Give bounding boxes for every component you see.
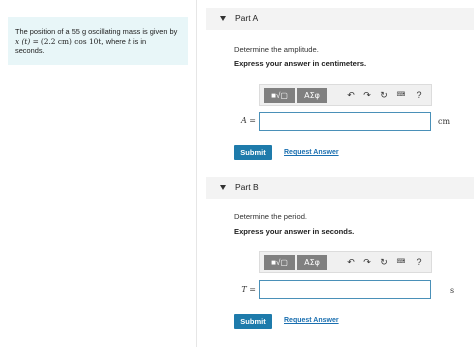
part-a-header[interactable]: Part A (206, 8, 474, 30)
period-unit: s (450, 286, 455, 295)
undo-icon[interactable]: ↶ (344, 88, 358, 103)
redo-icon[interactable]: ↷ (360, 88, 374, 103)
symbols-button[interactable]: ΑΣφ (297, 88, 327, 103)
part-b-math-toolbar: ■√▢ ΑΣφ ↶ ↷ ↻ ⌨ ? (259, 251, 432, 273)
part-a-prompt: Determine the amplitude. (234, 45, 319, 54)
amplitude-input[interactable] (259, 112, 431, 131)
problem-statement: The position of a 55 g oscillating mass … (8, 17, 188, 65)
problem-text-1: The position of a 55 (15, 27, 80, 36)
part-a-instruction: Express your answer in centimeters. (234, 59, 367, 68)
undo-icon[interactable]: ↶ (344, 255, 358, 270)
problem-text-3: where (105, 36, 126, 46)
collapse-arrow-icon[interactable] (220, 16, 226, 21)
part-a-math-toolbar: ■√▢ ΑΣφ ↶ ↷ ↻ ⌨ ? (259, 84, 432, 106)
templates-button[interactable]: ■√▢ (264, 255, 295, 270)
problem-text-4: is in (133, 36, 147, 46)
part-b-request-answer-link[interactable]: Request Answer (284, 317, 339, 324)
part-b-header[interactable]: Part B (206, 177, 474, 199)
amplitude-symbol: A (240, 116, 247, 125)
redo-icon[interactable]: ↷ (360, 255, 374, 270)
period-symbol: T (241, 285, 247, 294)
equals-sign: = (249, 285, 256, 294)
amplitude-unit: cm (438, 117, 451, 126)
period-input[interactable] (259, 280, 431, 299)
position-expression: (2.2 cm) cos 10t, (40, 36, 104, 46)
keyboard-icon[interactable]: ⌨ (394, 88, 408, 103)
symbols-button[interactable]: ΑΣφ (297, 255, 327, 270)
time-variable: t (127, 36, 131, 46)
help-icon[interactable]: ? (412, 88, 426, 103)
position-lhs: x (t) = (15, 36, 39, 46)
mass-unit: g (81, 27, 87, 36)
equals-sign: = (249, 116, 256, 125)
problem-text-5: seconds. (15, 46, 45, 56)
keyboard-icon[interactable]: ⌨ (394, 255, 408, 270)
part-b-instruction: Express your answer in seconds. (234, 227, 355, 236)
part-a-variable-label: A = (236, 116, 256, 125)
collapse-arrow-icon[interactable] (220, 185, 226, 190)
part-b-variable-label: T = (236, 285, 256, 294)
column-divider (196, 0, 197, 347)
reset-icon[interactable]: ↻ (377, 88, 391, 103)
part-a-title: Part A (235, 13, 259, 23)
part-a-submit-button[interactable]: Submit (234, 145, 272, 160)
part-b-title: Part B (235, 182, 259, 192)
part-a-request-answer-link[interactable]: Request Answer (284, 149, 339, 156)
part-b-prompt: Determine the period. (234, 212, 308, 221)
problem-text-2: oscillating mass is given by (88, 27, 178, 36)
templates-button[interactable]: ■√▢ (264, 88, 295, 103)
help-icon[interactable]: ? (412, 255, 426, 270)
reset-icon[interactable]: ↻ (377, 255, 391, 270)
part-b-submit-button[interactable]: Submit (234, 314, 272, 329)
